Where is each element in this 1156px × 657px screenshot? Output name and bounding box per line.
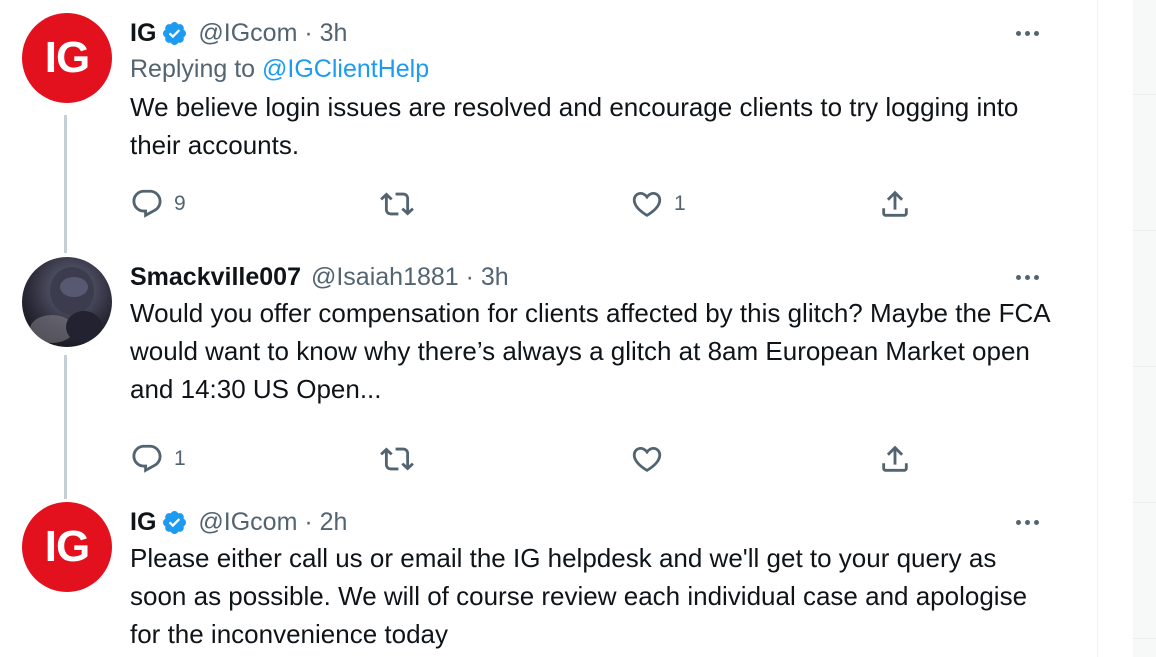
avatar[interactable]: IG: [22, 13, 112, 103]
tweet-text: We believe login issues are resolved and…: [130, 92, 1019, 160]
conversation-thread: IG IG @IGcom · 3h Replying to @IGClientH…: [0, 0, 1097, 657]
retweet-icon: [380, 447, 414, 471]
tweet[interactable]: Smackville007 @Isaiah1881 · 3h Would you…: [0, 243, 1097, 489]
column-divider: [1097, 0, 1098, 657]
share-button[interactable]: [878, 184, 912, 224]
reply-count: 1: [174, 447, 186, 470]
share-button[interactable]: [878, 439, 912, 479]
divider: [1133, 366, 1156, 367]
tweet-content: IG @IGcom · 3h Replying to @IGClientHelp…: [130, 16, 1057, 218]
tweet-actions: 1: [130, 439, 1057, 479]
tweet-content: IG @IGcom · 2h Please either call us or …: [130, 505, 1057, 653]
display-name[interactable]: Smackville007: [130, 263, 301, 292]
sidebar-edge: [1133, 0, 1156, 657]
display-name[interactable]: IG: [130, 19, 156, 48]
more-options-icon[interactable]: [1005, 260, 1049, 294]
like-button[interactable]: 1: [630, 184, 686, 224]
replying-to: Replying to @IGClientHelp: [130, 50, 1057, 88]
share-icon: [882, 445, 908, 472]
reply-count: 9: [174, 192, 186, 215]
thread-connector-line: [64, 355, 67, 489]
avatar-logo-text: IG: [44, 33, 90, 82]
reply-icon: [132, 444, 162, 473]
handle-and-time[interactable]: @Isaiah1881 · 3h: [311, 263, 509, 292]
reply-button[interactable]: 1: [130, 439, 186, 479]
reply-icon: [132, 189, 162, 218]
tweet[interactable]: IG IG @IGcom · 2h Please either call us …: [0, 489, 1097, 657]
retweet-button[interactable]: [380, 184, 414, 224]
avatar[interactable]: [22, 257, 112, 347]
avatar[interactable]: IG: [22, 502, 112, 592]
heart-icon: [632, 446, 662, 472]
tweet-content: Smackville007 @Isaiah1881 · 3h Would you…: [130, 260, 1057, 473]
verified-badge-icon: [161, 20, 188, 47]
verified-badge-icon: [161, 509, 188, 536]
display-name[interactable]: IG: [130, 508, 156, 537]
thread-connector-line: [64, 489, 67, 499]
handle-and-time[interactable]: @IGcom · 3h: [198, 19, 347, 48]
replying-to-label: Replying to: [130, 55, 256, 83]
heart-icon: [632, 191, 662, 217]
retweet-icon: [380, 192, 414, 216]
divider: [1133, 502, 1156, 503]
mention-link[interactable]: @IGClientHelp: [262, 55, 429, 83]
divider: [1133, 230, 1156, 231]
divider: [1133, 638, 1156, 639]
divider: [1133, 94, 1156, 95]
avatar-logo-text: IG: [44, 522, 90, 571]
retweet-button[interactable]: [380, 439, 414, 479]
tweet[interactable]: IG IG @IGcom · 3h Replying to @IGClientH…: [0, 0, 1097, 243]
tweet-header: IG @IGcom · 3h: [130, 16, 1057, 50]
tweet-text: Please either call us or email the IG he…: [130, 543, 1028, 649]
tweet-text: Would you offer compensation for clients…: [130, 298, 1050, 404]
more-options-icon[interactable]: [1005, 505, 1049, 539]
thread-connector-line: [64, 243, 67, 253]
like-count: 1: [674, 192, 686, 215]
share-icon: [882, 190, 908, 217]
tweet-header: IG @IGcom · 2h: [130, 505, 1057, 539]
more-options-icon[interactable]: [1005, 16, 1049, 50]
thread-connector-line: [64, 115, 67, 243]
tweet-actions: 9 1: [130, 184, 1057, 224]
tweet-header: Smackville007 @Isaiah1881 · 3h: [130, 260, 1057, 294]
handle-and-time[interactable]: @IGcom · 2h: [198, 508, 347, 537]
reply-button[interactable]: 9: [130, 184, 186, 224]
like-button[interactable]: [630, 439, 664, 479]
profile-photo: [30, 267, 102, 343]
